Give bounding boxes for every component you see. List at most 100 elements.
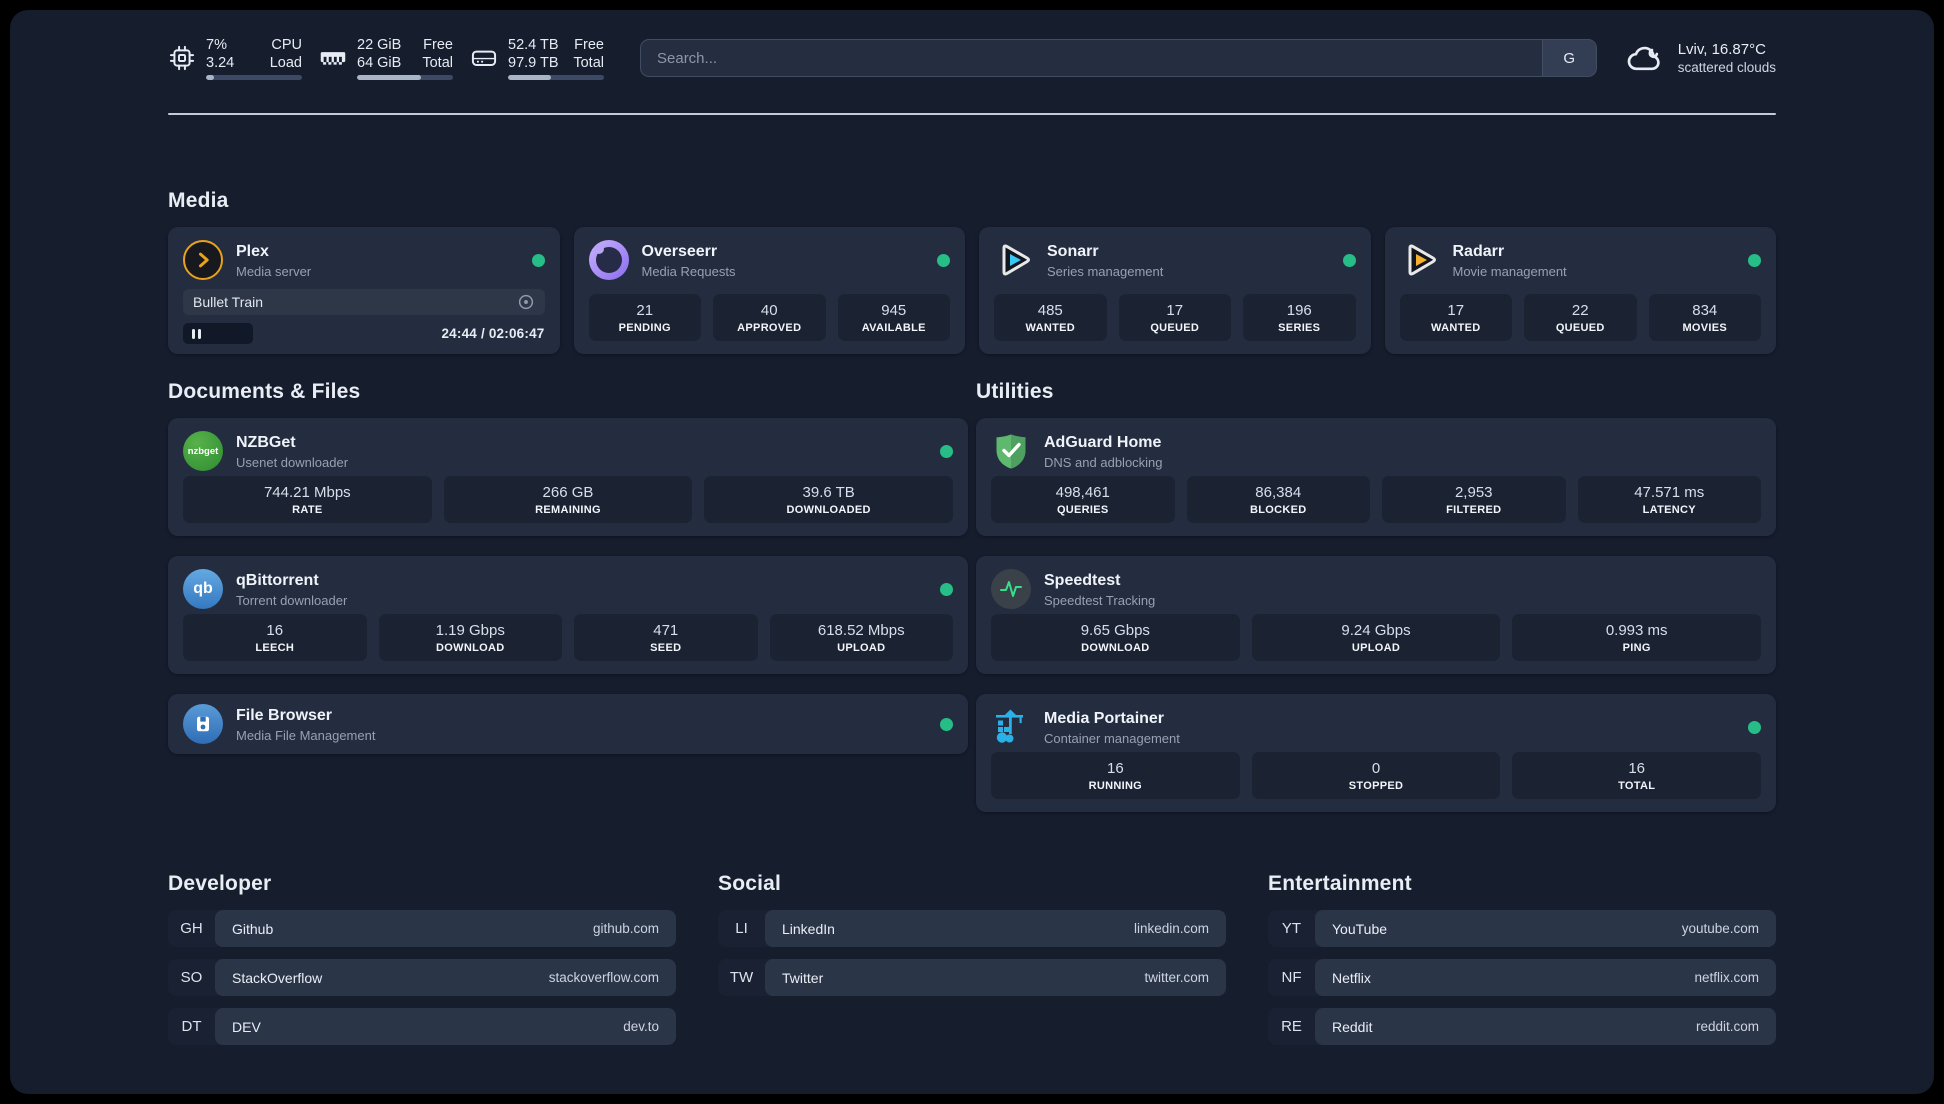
memory-free-label: Free xyxy=(423,37,453,54)
stat-queries: 498,461 QUERIES xyxy=(991,476,1175,523)
service-card-radarr[interactable]: Radarr Movie management 17 WANTED 22 QUE… xyxy=(1384,227,1776,354)
stat-label: APPROVED xyxy=(737,322,802,334)
service-card-filebrowser[interactable]: File Browser Media File Management xyxy=(168,694,968,754)
section-heading-social: Social xyxy=(718,872,782,895)
status-dot xyxy=(1748,253,1761,267)
top-bar: 7% CPU 3.24 Load 22 GiB Free 64 GiB Tota… xyxy=(168,34,1776,82)
stat-queued: 17 QUEUED xyxy=(1118,294,1231,341)
bookmark-domain: youtube.com xyxy=(1681,921,1759,936)
bookmark-twitter[interactable]: TW Twitter twitter.com xyxy=(718,959,1226,996)
stat-value: 16 xyxy=(1628,760,1645,777)
stat-upload: 618.52 Mbps UPLOAD xyxy=(769,614,953,661)
bookmark-dev[interactable]: DT DEV dev.to xyxy=(168,1008,676,1045)
service-subtitle: Media File Management xyxy=(236,727,376,743)
service-card-portainer[interactable]: Media Portainer Container management 16 … xyxy=(976,694,1776,812)
now-playing-title: Bullet Train xyxy=(193,294,264,310)
section-social: Social LI LinkedIn linkedin.com TW Twitt… xyxy=(718,872,1226,1045)
memory-row-1: 22 GiB Free xyxy=(357,36,453,54)
pause-icon[interactable] xyxy=(192,328,201,339)
search-bar[interactable]: G xyxy=(640,39,1597,77)
stat-remaining: 266 GB REMAINING xyxy=(443,476,693,523)
service-subtitle: Movie management xyxy=(1452,263,1567,279)
stat-approved: 40 APPROVED xyxy=(713,294,826,341)
cpu-icon xyxy=(169,45,195,71)
bookmark-linkedin[interactable]: LI LinkedIn linkedin.com xyxy=(718,910,1226,947)
bookmark-domain: reddit.com xyxy=(1695,1019,1759,1034)
now-playing-session-icon[interactable] xyxy=(517,293,535,311)
stat-label: SERIES xyxy=(1278,322,1321,334)
section-utilities: Utilities AdGuard Home DNS and adblockin… xyxy=(976,380,1776,812)
stat-wanted: 17 WANTED xyxy=(1399,294,1512,341)
status-dot xyxy=(940,582,953,596)
service-card-speedtest[interactable]: Speedtest Speedtest Tracking 9.65 Gbps D… xyxy=(976,556,1776,674)
stat-label: PING xyxy=(1622,642,1651,654)
service-card-qbittorrent[interactable]: qb qBittorrent Torrent downloader 16 LEE… xyxy=(168,556,968,674)
section-heading-entertainment: Entertainment xyxy=(1268,872,1412,895)
bookmark-reddit[interactable]: RE Reddit reddit.com xyxy=(1268,1008,1776,1045)
stat-running: 16 RUNNING xyxy=(991,752,1240,799)
nzbget-icon-text: nzbget xyxy=(187,445,219,457)
playback-progress[interactable] xyxy=(183,323,254,344)
bookmark-netflix[interactable]: NF Netflix netflix.com xyxy=(1268,959,1776,996)
service-card-overseerr[interactable]: Overseerr Media Requests 21 PENDING 40 A… xyxy=(573,227,965,354)
service-title: Plex xyxy=(236,242,269,260)
qbittorrent-icon-text: qb xyxy=(193,580,213,597)
cpu-load-label: Load xyxy=(269,55,302,72)
disk-row-1: 52.4 TB Free xyxy=(508,36,604,54)
service-title: Speedtest xyxy=(1044,571,1121,589)
disk-progress-bar xyxy=(508,75,604,80)
weather-location: Lviv, 16.87°C xyxy=(1677,41,1766,58)
service-card-nzbget[interactable]: nzbget NZBGet Usenet downloader 744.21 M… xyxy=(168,418,968,536)
stat-label: FILTERED xyxy=(1446,504,1502,516)
search-input[interactable] xyxy=(641,40,1542,76)
disk-total-value: 97.9 TB xyxy=(508,55,559,72)
stat-value: 498,461 xyxy=(1055,484,1110,501)
service-card-plex[interactable]: Plex Media server Bullet Train 24:44 / 0… xyxy=(168,227,560,354)
stat-label: SEED xyxy=(650,642,682,654)
stat-value: 17 xyxy=(1447,302,1465,319)
stat-value: 485 xyxy=(1037,302,1063,319)
service-card-sonarr[interactable]: Sonarr Series management 485 WANTED 17 Q… xyxy=(979,227,1371,354)
service-title: NZBGet xyxy=(236,433,296,451)
bookmark-abbr: NF xyxy=(1281,969,1302,986)
bookmark-stackoverflow[interactable]: SO StackOverflow stackoverflow.com xyxy=(168,959,676,996)
filebrowser-icon xyxy=(183,704,223,744)
bookmark-name: Reddit xyxy=(1332,1018,1373,1035)
service-title: Media Portainer xyxy=(1044,709,1165,727)
stat-value: 1.19 Gbps xyxy=(435,622,505,639)
service-card-adguard[interactable]: AdGuard Home DNS and adblocking 498,461 … xyxy=(976,418,1776,536)
stat-value: 834 xyxy=(1692,302,1718,319)
disk-widget: 52.4 TB Free 97.9 TB Total xyxy=(470,36,604,80)
section-documents: Documents & Files nzbget NZBGet Usenet d… xyxy=(168,380,968,812)
service-title: File Browser xyxy=(236,706,333,724)
bookmark-abbr: GH xyxy=(180,920,203,937)
stat-value: 86,384 xyxy=(1255,484,1302,501)
stat-label: DOWNLOAD xyxy=(436,642,505,654)
stat-label: LEECH xyxy=(255,642,295,654)
bookmark-name: LinkedIn xyxy=(782,920,835,937)
status-dot xyxy=(1342,253,1356,267)
service-subtitle: Media Requests xyxy=(641,263,736,279)
overseerr-icon xyxy=(588,240,629,280)
bookmark-github[interactable]: GH Github github.com xyxy=(168,910,676,947)
service-title: AdGuard Home xyxy=(1044,433,1162,451)
search-provider-button[interactable]: G xyxy=(1541,40,1596,76)
bookmark-domain: linkedin.com xyxy=(1133,921,1209,936)
service-subtitle: Torrent downloader xyxy=(236,592,348,608)
stat-available: 945 AVAILABLE xyxy=(837,294,950,341)
stat-label: UPLOAD xyxy=(1351,642,1401,654)
service-subtitle: DNS and adblocking xyxy=(1044,454,1163,470)
cpu-usage-label: CPU xyxy=(271,37,302,54)
stat-label: WANTED xyxy=(1025,322,1075,334)
bookmark-youtube[interactable]: YT YouTube youtube.com xyxy=(1268,910,1776,947)
section-entertainment: Entertainment YT YouTube youtube.com NF … xyxy=(1268,872,1776,1045)
bookmark-domain: stackoverflow.com xyxy=(548,970,659,985)
header-divider xyxy=(168,113,1776,115)
stat-upload: 9.24 Gbps UPLOAD xyxy=(1251,614,1501,661)
stat-value: 39.6 TB xyxy=(802,484,855,501)
stat-latency: 47.571 ms LATENCY xyxy=(1577,476,1761,523)
bookmark-name: StackOverflow xyxy=(232,969,323,986)
status-dot xyxy=(1748,720,1761,734)
bookmark-name: DEV xyxy=(232,1018,261,1035)
stat-queued: 22 QUEUED xyxy=(1524,294,1637,341)
